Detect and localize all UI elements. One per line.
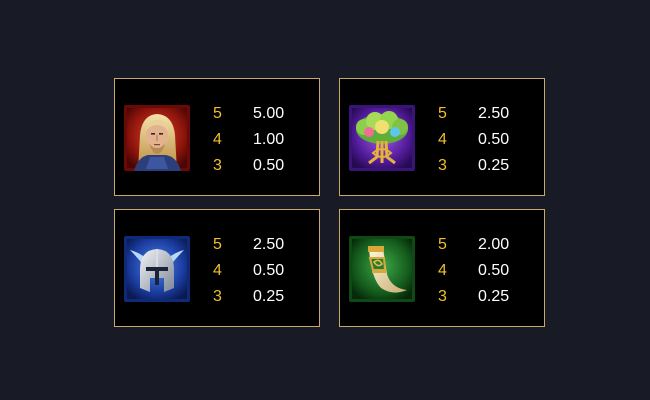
payout-value: 2.00: [478, 236, 510, 253]
payout-value: 2.50: [478, 105, 510, 122]
match-count: 4: [213, 262, 222, 279]
paytable-card-helmet: 5 2.50 4 0.50 3 0.25: [114, 209, 320, 327]
match-count: 4: [213, 131, 222, 148]
paytable-card-tree: 5 2.50 4 0.50 3 0.25: [339, 78, 545, 196]
payout-value: 0.50: [253, 157, 285, 174]
match-count: 5: [213, 105, 222, 122]
payout-row: 5 2.50: [213, 234, 313, 256]
match-count: 3: [213, 157, 222, 174]
drinking-horn-icon: [349, 236, 415, 302]
payout-value: 0.50: [478, 131, 510, 148]
match-count: 3: [213, 288, 222, 305]
payout-value: 2.50: [253, 236, 285, 253]
payout-value: 0.25: [478, 288, 510, 305]
payout-row: 3 0.25: [438, 286, 538, 308]
payout-row: 3 0.50: [213, 155, 313, 177]
payout-row: 4 0.50: [438, 129, 538, 151]
match-count: 5: [438, 236, 447, 253]
payout-row: 5 5.00: [213, 103, 313, 125]
winged-helmet-icon: [124, 236, 190, 302]
payout-row: 5 2.00: [438, 234, 538, 256]
match-count: 4: [438, 262, 447, 279]
payout-value: 1.00: [253, 131, 285, 148]
thor-portrait-icon: [124, 105, 190, 171]
payout-row: 4 0.50: [438, 260, 538, 282]
match-count: 3: [438, 157, 447, 174]
match-count: 3: [438, 288, 447, 305]
match-count: 5: [213, 236, 222, 253]
match-count: 5: [438, 105, 447, 122]
payout-row: 3 0.25: [213, 286, 313, 308]
payout-row: 3 0.25: [438, 155, 538, 177]
payout-row: 5 2.50: [438, 103, 538, 125]
yggdrasil-tree-icon: [349, 105, 415, 171]
paytable-card-horn: 5 2.00 4 0.50 3 0.25: [339, 209, 545, 327]
match-count: 4: [438, 131, 447, 148]
payout-value: 0.50: [478, 262, 510, 279]
payout-value: 0.25: [253, 288, 285, 305]
payout-value: 5.00: [253, 105, 285, 122]
payout-row: 4 1.00: [213, 129, 313, 151]
payout-value: 0.25: [478, 157, 510, 174]
paytable-card-thor: 5 5.00 4 1.00 3 0.50: [114, 78, 320, 196]
payout-value: 0.50: [253, 262, 285, 279]
payout-row: 4 0.50: [213, 260, 313, 282]
